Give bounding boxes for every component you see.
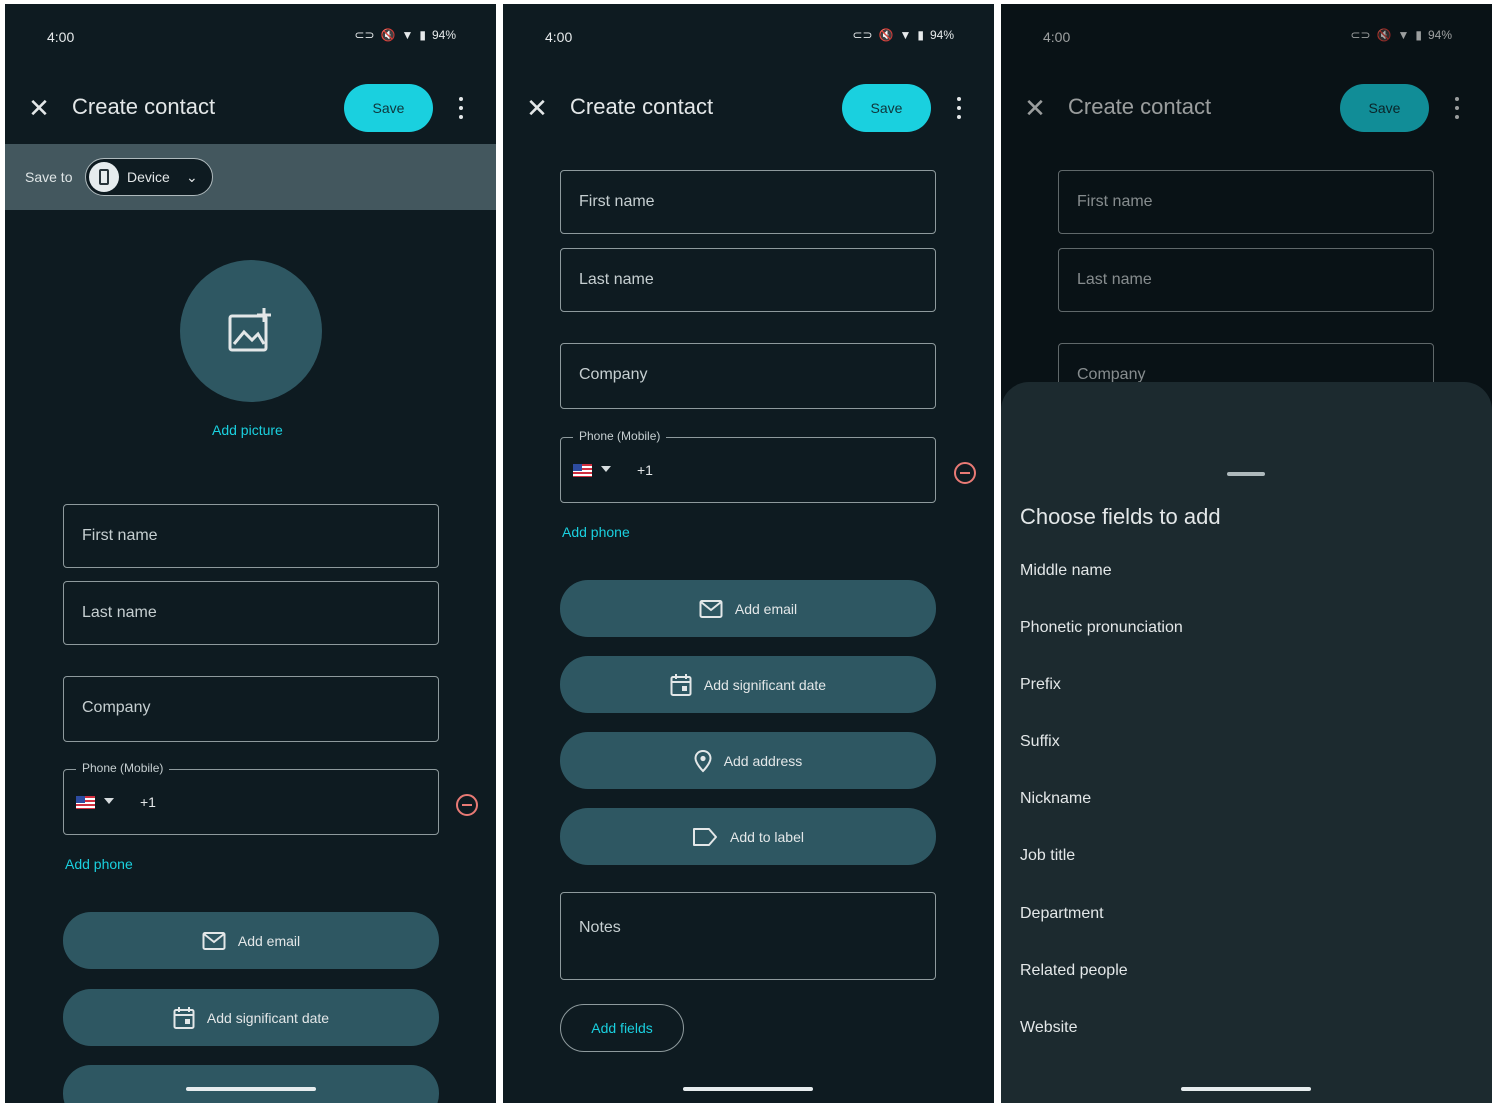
bottom-sheet: Choose fields to add Middle name Phoneti… xyxy=(1001,382,1492,1103)
option-middle-name[interactable]: Middle name xyxy=(1020,562,1112,580)
option-prefix[interactable]: Prefix xyxy=(1020,676,1061,694)
calendar-icon xyxy=(173,1006,195,1029)
option-job-title[interactable]: Job title xyxy=(1020,847,1075,865)
phone-field[interactable]: Phone (Mobile) +1 xyxy=(560,429,936,503)
app-bar: ✕ Create contact Save xyxy=(503,82,994,138)
last-name-field[interactable]: Last name xyxy=(63,581,439,645)
add-significant-date-button[interactable]: Add significant date xyxy=(63,989,439,1046)
device-label: Device xyxy=(127,169,170,185)
page-title: Create contact xyxy=(570,94,714,119)
more-vert-icon[interactable] xyxy=(949,94,969,122)
add-email-button[interactable]: Add email xyxy=(560,580,936,637)
phone-field[interactable]: Phone (Mobile) +1 xyxy=(63,761,439,835)
option-department[interactable]: Department xyxy=(1020,905,1104,923)
option-related-people[interactable]: Related people xyxy=(1020,962,1128,980)
company-field[interactable]: Company xyxy=(560,343,936,409)
add-phone-link[interactable]: Add phone xyxy=(562,524,630,540)
phone-field-label: Phone (Mobile) xyxy=(76,761,170,775)
country-code: +1 xyxy=(637,462,653,478)
option-nickname[interactable]: Nickname xyxy=(1020,790,1091,808)
calendar-icon xyxy=(670,673,692,696)
device-chip[interactable]: Device ⌄ xyxy=(85,158,213,196)
mute-icon: 🔇 xyxy=(878,28,894,42)
caret-down-icon[interactable] xyxy=(601,466,611,472)
battery-icon: ▮ xyxy=(917,28,924,42)
link-icon: ⊂⊃ xyxy=(852,28,873,42)
add-fields-button[interactable]: Add fields xyxy=(560,1004,684,1052)
add-email-button[interactable]: Add email xyxy=(63,912,439,969)
save-to-bar: Save to Device ⌄ xyxy=(5,144,496,210)
sheet-title: Choose fields to add xyxy=(1020,504,1221,529)
status-time: 4:00 xyxy=(47,29,75,45)
company-field[interactable]: Company xyxy=(63,676,439,742)
add-phone-link[interactable]: Add phone xyxy=(65,856,133,872)
battery-icon: ▮ xyxy=(419,28,426,42)
add-picture-avatar[interactable] xyxy=(180,260,322,402)
phone-field-label: Phone (Mobile) xyxy=(573,429,667,443)
close-icon[interactable]: ✕ xyxy=(525,95,549,121)
more-vert-icon[interactable] xyxy=(451,94,471,122)
phone-icon xyxy=(89,162,119,192)
last-name-field[interactable]: Last name xyxy=(560,248,936,312)
first-name-field[interactable]: First name xyxy=(63,504,439,568)
remove-circle-icon[interactable] xyxy=(456,794,478,816)
mail-icon xyxy=(699,599,723,618)
close-icon[interactable]: ✕ xyxy=(27,95,51,121)
battery-level: 94% xyxy=(929,28,954,42)
add-significant-date-button[interactable]: Add significant date xyxy=(560,656,936,713)
status-bar: 4:00 ⊂⊃ 🔇 ▼ ▮ 94% xyxy=(5,4,496,68)
mail-icon xyxy=(202,931,226,950)
first-name-field[interactable]: First name xyxy=(560,170,936,234)
us-flag-icon[interactable] xyxy=(76,796,95,809)
home-indicator[interactable] xyxy=(683,1087,813,1091)
page-title: Create contact xyxy=(72,94,216,119)
save-button[interactable]: Save xyxy=(344,84,433,132)
add-address-button-partial[interactable] xyxy=(63,1065,439,1103)
app-bar: ✕ Create contact Save xyxy=(5,82,496,138)
country-code: +1 xyxy=(140,794,156,810)
wifi-icon: ▼ xyxy=(899,28,912,42)
us-flag-icon[interactable] xyxy=(573,464,592,477)
link-icon: ⊂⊃ xyxy=(354,28,375,42)
drag-handle[interactable] xyxy=(1227,472,1265,476)
home-indicator[interactable] xyxy=(186,1087,316,1091)
battery-level: 94% xyxy=(431,28,456,42)
option-phonetic-pronunciation[interactable]: Phonetic pronunciation xyxy=(1020,619,1183,637)
screen-create-contact-top: 4:00 ⊂⊃ 🔇 ▼ ▮ 94% ✕ Create contact Save … xyxy=(5,4,496,1103)
add-to-label-button[interactable]: Add to label xyxy=(560,808,936,865)
wifi-icon: ▼ xyxy=(401,28,414,42)
option-suffix[interactable]: Suffix xyxy=(1020,733,1060,751)
notes-field[interactable]: Notes xyxy=(560,892,936,980)
status-time: 4:00 xyxy=(545,29,573,45)
remove-circle-icon[interactable] xyxy=(954,462,976,484)
chevron-down-icon: ⌄ xyxy=(186,169,198,185)
screen-choose-fields-sheet: 4:00 ⊂⊃ 🔇 ▼ ▮ 94% ✕ Create contact Save … xyxy=(1001,4,1492,1103)
status-bar: 4:00 ⊂⊃ 🔇 ▼ ▮ 94% xyxy=(503,4,994,68)
home-indicator[interactable] xyxy=(1181,1087,1311,1091)
location-pin-icon xyxy=(694,749,712,772)
add-picture-link[interactable]: Add picture xyxy=(212,422,283,438)
option-website[interactable]: Website xyxy=(1020,1019,1078,1037)
mute-icon: 🔇 xyxy=(380,28,396,42)
save-to-label: Save to xyxy=(25,169,73,185)
save-button[interactable]: Save xyxy=(842,84,931,132)
caret-down-icon[interactable] xyxy=(104,798,114,804)
label-icon xyxy=(693,827,718,846)
add-address-button[interactable]: Add address xyxy=(560,732,936,789)
add-photo-icon xyxy=(228,308,271,352)
screen-create-contact-scrolled: 4:00 ⊂⊃ 🔇 ▼ ▮ 94% ✕ Create contact Save … xyxy=(503,4,994,1103)
